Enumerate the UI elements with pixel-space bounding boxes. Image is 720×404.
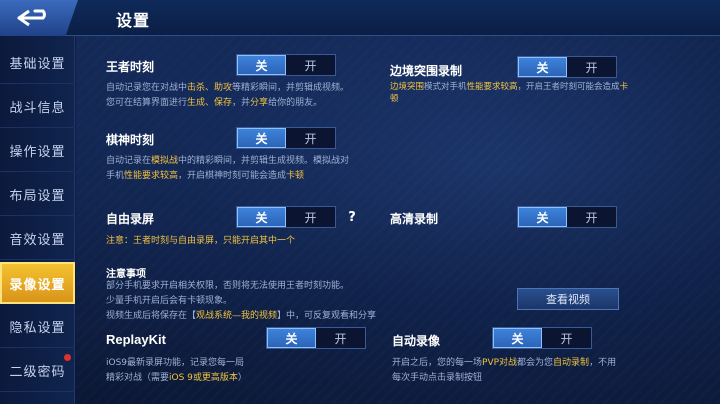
sidebar: 基础设置 战斗信息 操作设置 布局设置 音效设置 录像设置 隐私设置 二级密码 xyxy=(0,36,75,404)
help-icon[interactable]: ? xyxy=(344,209,360,225)
king-moment-title: 王者时刻 xyxy=(106,60,155,74)
replaykit-toggle[interactable]: 关 开 xyxy=(266,327,366,349)
back-button[interactable] xyxy=(0,0,78,36)
sidebar-item-battle-info[interactable]: 战斗信息 xyxy=(0,86,75,128)
chess-moment-on-option[interactable]: 开 xyxy=(286,128,335,148)
chess-moment-title: 棋神时刻 xyxy=(106,133,155,147)
sidebar-item-second-password[interactable]: 二级密码 xyxy=(0,350,75,392)
king-moment-on-option[interactable]: 开 xyxy=(286,55,335,75)
auto-record-toggle[interactable]: 关 开 xyxy=(492,327,592,349)
hd-record-title: 高清录制 xyxy=(390,212,439,226)
notification-dot-icon xyxy=(64,354,71,361)
free-record-off-option[interactable]: 关 xyxy=(237,207,286,227)
sidebar-item-label: 二级密码 xyxy=(9,365,66,380)
auto-record-off-option[interactable]: 关 xyxy=(493,328,542,348)
border-recording-off-option[interactable]: 关 xyxy=(518,57,567,77)
page-title: 设置 xyxy=(116,11,151,30)
replaykit-off-option[interactable]: 关 xyxy=(267,328,316,348)
sidebar-item-sound[interactable]: 音效设置 xyxy=(0,218,75,260)
hd-record-on-option[interactable]: 开 xyxy=(567,207,616,227)
sidebar-item-basic[interactable]: 基础设置 xyxy=(0,42,75,84)
hd-record-off-option[interactable]: 关 xyxy=(518,207,567,227)
replaykit-on-option[interactable]: 开 xyxy=(316,328,365,348)
king-moment-off-option[interactable]: 关 xyxy=(237,55,286,75)
settings-screen: 设置 基础设置 战斗信息 操作设置 布局设置 音效设置 录像设置 隐私设置 二级… xyxy=(0,0,720,404)
top-bar: 设置 xyxy=(0,0,720,36)
back-arrow-icon xyxy=(17,9,46,27)
chess-moment-description: 自动记录在模拟战中的精彩瞬间，并剪辑生成视频。模拟战对 手机性能要求较高，开启棋… xyxy=(106,156,350,181)
auto-record-title: 自动录像 xyxy=(392,334,441,348)
free-record-title: 自由录屏 xyxy=(106,212,155,226)
hd-record-toggle[interactable]: 关 开 xyxy=(517,206,617,228)
free-record-on-option[interactable]: 开 xyxy=(286,207,335,227)
view-videos-button[interactable]: 查看视频 xyxy=(517,288,619,310)
king-moment-toggle[interactable]: 关 开 xyxy=(236,54,336,76)
auto-record-on-option[interactable]: 开 xyxy=(542,328,591,348)
border-recording-on-option[interactable]: 开 xyxy=(567,57,616,77)
chess-moment-off-option[interactable]: 关 xyxy=(237,128,286,148)
content-panel: 王者时刻 关 开 自动记录您在对战中击杀、助攻等精彩瞬间，并剪辑成视频。 您可在… xyxy=(76,36,720,404)
auto-record-description: 开启之后，您的每一场PVP对战都会为您自动录制，不用 每次手动点击录制按钮 xyxy=(392,358,617,383)
sidebar-item-controls[interactable]: 操作设置 xyxy=(0,130,75,172)
replaykit-description: iOS9最新录屏功能，记录您每一局 精彩对战（需要iOS 9或更高版本） xyxy=(106,358,247,383)
free-record-note: 注意：王者时刻与自由录屏，只能开启其中一个 xyxy=(106,236,296,246)
replaykit-title: ReplayKit xyxy=(106,332,166,347)
notice-text: 部分手机要求开启相关权限，否则将无法使用王者时刻功能。 少量手机开启后会有卡顿现… xyxy=(106,281,377,321)
king-moment-description: 自动记录您在对战中击杀、助攻等精彩瞬间，并剪辑成视频。 您可在结算界面进行生成、… xyxy=(106,83,350,108)
border-recording-title: 边境突围录制 xyxy=(390,64,463,78)
border-recording-description: 边境突围模式对手机性能要求较高，开启王者时刻可能会造成卡 顿 xyxy=(390,82,629,104)
sidebar-item-recording[interactable]: 录像设置 xyxy=(0,262,75,304)
sidebar-item-layout[interactable]: 布局设置 xyxy=(0,174,75,216)
border-recording-toggle[interactable]: 关 开 xyxy=(517,56,617,78)
free-record-toggle[interactable]: 关 开 xyxy=(236,206,336,228)
sidebar-item-privacy[interactable]: 隐私设置 xyxy=(0,306,75,348)
notice-title: 注意事项 xyxy=(106,269,146,280)
chess-moment-toggle[interactable]: 关 开 xyxy=(236,127,336,149)
